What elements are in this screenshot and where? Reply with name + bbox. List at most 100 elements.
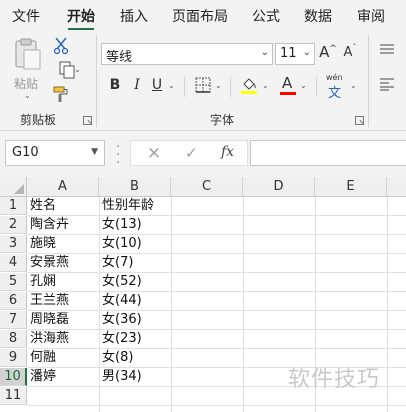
column-header-d[interactable]: D xyxy=(243,177,315,197)
chevron-down-icon: ⌄ xyxy=(74,65,81,74)
formula-buttons: × ✓ fx xyxy=(130,140,248,166)
column-header-f[interactable] xyxy=(387,177,406,197)
copy-icon xyxy=(59,61,75,79)
group-divider xyxy=(96,35,97,127)
tab-page-layout[interactable]: 页面布局 xyxy=(172,6,228,26)
grid-line xyxy=(387,197,388,412)
copy-button[interactable]: ⌄ xyxy=(52,61,82,79)
phonetic-guide-button[interactable]: wén 文 xyxy=(324,73,348,101)
paste-button[interactable]: 粘贴 ⌄ xyxy=(10,37,46,100)
column-header-c[interactable]: C xyxy=(171,177,243,197)
font-color-button[interactable]: A xyxy=(280,74,296,96)
group-divider xyxy=(184,77,185,97)
cell-b9[interactable]: 女(8) xyxy=(100,349,171,367)
font-group-label: 字体 xyxy=(210,113,235,127)
caret-down-icon: ˇ xyxy=(352,43,357,52)
cancel-icon[interactable]: × xyxy=(147,143,161,163)
row-header-11[interactable]: 11 xyxy=(0,387,27,405)
cell-b3[interactable]: 女(10) xyxy=(100,235,171,253)
align-left-icon xyxy=(380,78,394,91)
cell-a3[interactable]: 施晓 xyxy=(28,235,99,253)
row-header-4[interactable]: 4 xyxy=(0,254,27,272)
cut-button[interactable] xyxy=(52,37,70,55)
format-painter-button[interactable] xyxy=(52,85,70,103)
align-top-button[interactable] xyxy=(378,43,396,59)
column-header-a[interactable]: A xyxy=(27,177,99,197)
chevron-down-icon[interactable]: ⌄ xyxy=(215,81,222,90)
row-header-1[interactable]: 1 xyxy=(0,197,27,215)
cell-b6[interactable]: 女(44) xyxy=(100,292,171,310)
select-all-button[interactable] xyxy=(0,177,27,197)
shrink-font-button[interactable]: Aˇ xyxy=(340,43,360,65)
tab-review[interactable]: 审阅 xyxy=(357,6,385,26)
chevron-down-icon[interactable]: ⌄ xyxy=(168,81,175,90)
group-divider xyxy=(230,77,231,97)
grid-line xyxy=(27,405,406,406)
cell-a2[interactable]: 陶含卉 xyxy=(28,216,99,234)
chevron-down-icon[interactable]: ⌄ xyxy=(350,81,357,90)
cell-a4[interactable]: 安景燕 xyxy=(28,254,99,272)
chevron-down-icon[interactable]: ▼ xyxy=(91,147,98,157)
phonetic-icon: 文 xyxy=(328,86,342,101)
cell-b7[interactable]: 女(36) xyxy=(100,311,171,329)
chevron-down-icon: ⌄ xyxy=(302,47,311,58)
row-header-6[interactable]: 6 xyxy=(0,292,27,310)
bold-button[interactable]: B xyxy=(108,77,122,93)
font-launcher-icon[interactable] xyxy=(355,116,364,125)
align-left-button[interactable] xyxy=(378,77,396,93)
italic-button[interactable]: I xyxy=(130,77,144,93)
cell-a5[interactable]: 孔娴 xyxy=(28,273,99,291)
row-header-9[interactable]: 9 xyxy=(0,349,27,367)
font-size-value: 11 xyxy=(280,46,297,61)
chevron-down-icon[interactable]: ⌄ xyxy=(300,81,307,90)
fill-color-button[interactable] xyxy=(240,75,258,95)
font-name-select[interactable]: 等线 ⌄ xyxy=(101,43,273,65)
row-header-8[interactable]: 8 xyxy=(0,330,27,348)
row-header-2[interactable]: 2 xyxy=(0,216,27,234)
formula-input[interactable] xyxy=(250,140,406,166)
cell-b10[interactable]: 男(34) xyxy=(100,368,171,386)
enter-icon[interactable]: ✓ xyxy=(185,144,198,162)
tab-data[interactable]: 数据 xyxy=(304,6,332,26)
tab-insert[interactable]: 插入 xyxy=(120,6,148,26)
font-name-value: 等线 xyxy=(106,50,133,65)
grow-font-button[interactable]: A^ xyxy=(318,43,338,63)
column-header-e[interactable]: E xyxy=(315,177,387,197)
paste-icon xyxy=(15,38,41,70)
column-header-b[interactable]: B xyxy=(99,177,171,197)
resize-handle-icon[interactable]: · · · xyxy=(116,140,120,170)
row-header-5[interactable]: 5 xyxy=(0,273,27,291)
underline-button[interactable]: U xyxy=(150,77,164,93)
cell-b4[interactable]: 女(7) xyxy=(100,254,171,272)
font-size-select[interactable]: 11 ⌄ xyxy=(275,43,315,65)
cell-a11[interactable] xyxy=(28,387,99,405)
cell-a8[interactable]: 洪海燕 xyxy=(28,330,99,348)
cell-a7[interactable]: 周晓磊 xyxy=(28,311,99,329)
chevron-down-icon[interactable]: ⌄ xyxy=(262,81,269,90)
cell-a10[interactable]: 潘婷 xyxy=(28,368,99,386)
cell-b8[interactable]: 女(23) xyxy=(100,330,171,348)
cell-b1[interactable]: 性别年龄 xyxy=(100,197,171,215)
clipboard-launcher-icon[interactable] xyxy=(83,116,92,125)
cell-b11[interactable] xyxy=(100,387,171,405)
row-header-7[interactable]: 7 xyxy=(0,311,27,329)
cell-a1[interactable]: 姓名 xyxy=(28,197,99,215)
phonetic-top-text: wén xyxy=(326,73,343,82)
insert-function-icon[interactable]: fx xyxy=(221,144,234,160)
row-header-3[interactable]: 3 xyxy=(0,235,27,253)
group-divider xyxy=(316,77,317,97)
caret-up-icon: ^ xyxy=(329,44,337,54)
borders-button[interactable] xyxy=(194,77,212,95)
row-header-10[interactable]: 10 xyxy=(0,368,27,386)
borders-icon xyxy=(195,77,211,93)
tab-formulas[interactable]: 公式 xyxy=(252,6,280,26)
cell-a6[interactable]: 王兰燕 xyxy=(28,292,99,310)
format-painter-icon xyxy=(53,86,68,102)
tab-file[interactable]: 文件 xyxy=(12,6,40,26)
cell-b5[interactable]: 女(52) xyxy=(100,273,171,291)
tab-home[interactable]: 开始 xyxy=(67,6,95,26)
name-box[interactable]: G10 ▼ xyxy=(5,140,105,166)
cell-b2[interactable]: 女(13) xyxy=(100,216,171,234)
ribbon-home: 粘贴 ⌄ ⌄ 剪贴板 等线 ⌄ 11 ⌄ A^ Aˇ B I U ⌄ ⌄ ⌄ A… xyxy=(0,31,406,131)
cell-a9[interactable]: 何融 xyxy=(28,349,99,367)
